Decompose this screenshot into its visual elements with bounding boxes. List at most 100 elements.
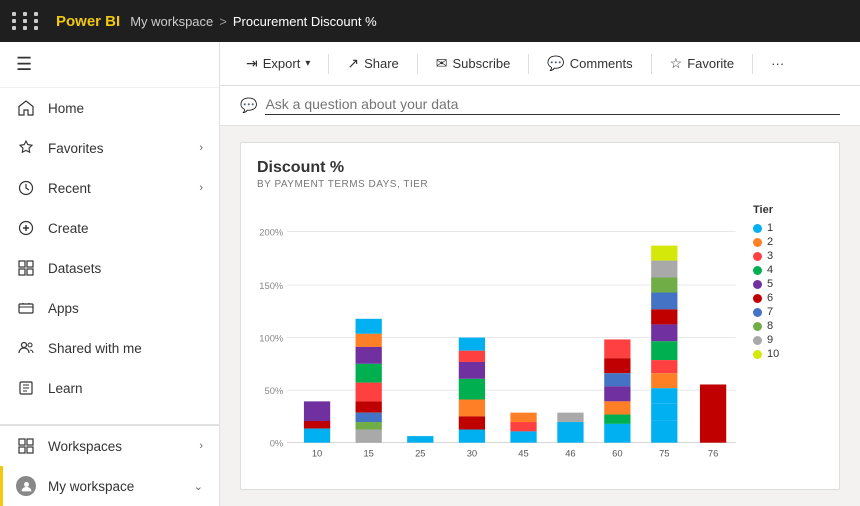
svg-text:45: 45 — [518, 449, 528, 459]
legend-title: Tier — [753, 204, 823, 216]
sidebar-item-workspaces[interactable]: Workspaces › — [0, 425, 219, 466]
create-label: Create — [48, 221, 203, 236]
breadcrumb-current: Procurement Discount % — [233, 14, 377, 29]
svg-text:0%: 0% — [270, 438, 284, 448]
legend-label-2: 2 — [767, 236, 773, 248]
right-panel: ⇥ Export ▾ ↗ Share ✉ Subscribe 💬 Comment… — [220, 42, 860, 506]
sidebar-item-favorites[interactable]: Favorites › — [0, 128, 219, 168]
legend-dot-2 — [753, 238, 762, 247]
legend-dot-3 — [753, 252, 762, 261]
legend-dot-1 — [753, 224, 762, 233]
svg-text:200%: 200% — [259, 227, 283, 237]
share-button[interactable]: ↗ Share — [337, 50, 408, 77]
legend-item-9: 9 — [753, 334, 823, 346]
datasets-icon — [16, 258, 36, 278]
svg-text:50%: 50% — [265, 386, 284, 396]
sidebar-item-recent[interactable]: Recent › — [0, 168, 219, 208]
svg-text:25: 25 — [415, 449, 425, 459]
hamburger-button[interactable]: ☰ — [12, 50, 207, 79]
powerbi-logo: Power BI — [56, 13, 120, 30]
legend-dot-5 — [753, 280, 762, 289]
chart-body: 200% 150% 100% 50% 0% — [257, 200, 823, 477]
favorites-arrow-icon: › — [199, 142, 203, 154]
svg-text:10: 10 — [312, 449, 322, 459]
content-area: 💬 Discount % BY PAYMENT TERMS DAYS, TIER… — [220, 86, 860, 506]
breadcrumb: My workspace > Procurement Discount % — [130, 14, 376, 29]
myworkspace-label: My workspace — [48, 479, 182, 494]
sidebar-item-home[interactable]: Home — [0, 88, 219, 128]
legend-label-1: 1 — [767, 222, 773, 234]
legend-label-5: 5 — [767, 278, 773, 290]
apps-label: Apps — [48, 301, 203, 316]
chart-title: Discount % — [257, 159, 823, 177]
legend-item-5: 5 — [753, 278, 823, 290]
favorite-button[interactable]: ☆ Favorite — [660, 50, 745, 77]
workspaces-icon — [16, 436, 36, 456]
share-icon: ↗ — [347, 55, 359, 72]
sidebar-item-datasets[interactable]: Datasets — [0, 248, 219, 288]
more-button[interactable]: ··· — [761, 51, 794, 76]
toolbar-separator-3 — [528, 54, 529, 74]
sidebar-item-learn[interactable]: Learn — [0, 368, 219, 408]
sidebar-top: ☰ — [0, 42, 219, 88]
datasets-label: Datasets — [48, 261, 203, 276]
comments-icon: 💬 — [547, 55, 564, 72]
legend-item-1: 1 — [753, 222, 823, 234]
apps-grid-icon[interactable] — [12, 12, 42, 30]
legend-dot-8 — [753, 322, 762, 331]
chart-area: 200% 150% 100% 50% 0% — [257, 200, 745, 477]
chart-subtitle: BY PAYMENT TERMS DAYS, TIER — [257, 179, 823, 190]
toolbar: ⇥ Export ▾ ↗ Share ✉ Subscribe 💬 Comment… — [220, 42, 860, 86]
sidebar-item-shared[interactable]: Shared with me — [0, 328, 219, 368]
legend-label-6: 6 — [767, 292, 773, 304]
chart-container: Discount % BY PAYMENT TERMS DAYS, TIER 2… — [220, 126, 860, 506]
sidebar-item-myworkspace[interactable]: My workspace ⌄ — [0, 466, 219, 506]
top-bar: Power BI My workspace > Procurement Disc… — [0, 0, 860, 42]
legend-label-3: 3 — [767, 250, 773, 262]
breadcrumb-workspace[interactable]: My workspace — [130, 14, 213, 29]
export-chevron-icon: ▾ — [305, 58, 310, 69]
legend-label-4: 4 — [767, 264, 773, 276]
recent-arrow-icon: › — [199, 182, 203, 194]
recent-icon — [16, 178, 36, 198]
chart-card: Discount % BY PAYMENT TERMS DAYS, TIER 2… — [240, 142, 840, 490]
svg-text:60: 60 — [612, 449, 622, 459]
recent-label: Recent — [48, 181, 187, 196]
learn-icon — [16, 378, 36, 398]
legend-dot-9 — [753, 336, 762, 345]
legend-item-8: 8 — [753, 320, 823, 332]
legend-item-6: 6 — [753, 292, 823, 304]
apps-icon — [16, 298, 36, 318]
legend-item-10: 10 — [753, 348, 823, 360]
home-label: Home — [48, 101, 203, 116]
legend-label-9: 9 — [767, 334, 773, 346]
svg-text:30: 30 — [467, 449, 477, 459]
comments-button[interactable]: 💬 Comments — [537, 50, 642, 77]
svg-text:75: 75 — [659, 449, 669, 459]
sidebar-bottom: Workspaces › My workspace ⌄ — [0, 424, 219, 506]
svg-text:150%: 150% — [259, 281, 283, 291]
shared-icon — [16, 338, 36, 358]
export-button[interactable]: ⇥ Export ▾ — [236, 50, 320, 77]
create-icon — [16, 218, 36, 238]
sidebar-item-apps[interactable]: Apps — [0, 288, 219, 328]
legend-dot-4 — [753, 266, 762, 275]
legend-label-8: 8 — [767, 320, 773, 332]
legend-dot-7 — [753, 308, 762, 317]
legend-item-3: 3 — [753, 250, 823, 262]
qa-icon: 💬 — [240, 97, 257, 114]
favorite-icon: ☆ — [670, 55, 683, 72]
legend-dot-10 — [753, 350, 762, 359]
main-layout: ☰ Home Favorites › Recent › — [0, 42, 860, 506]
toolbar-separator-2 — [417, 54, 418, 74]
svg-text:46: 46 — [565, 449, 575, 459]
subscribe-button[interactable]: ✉ Subscribe — [426, 50, 521, 77]
sidebar-item-create[interactable]: Create — [0, 208, 219, 248]
myworkspace-arrow-icon: ⌄ — [194, 480, 203, 493]
legend-label-7: 7 — [767, 306, 773, 318]
qa-input-container — [265, 96, 840, 115]
qa-input[interactable] — [265, 96, 840, 112]
toolbar-separator-4 — [651, 54, 652, 74]
legend-item-7: 7 — [753, 306, 823, 318]
svg-text:76: 76 — [708, 449, 718, 459]
